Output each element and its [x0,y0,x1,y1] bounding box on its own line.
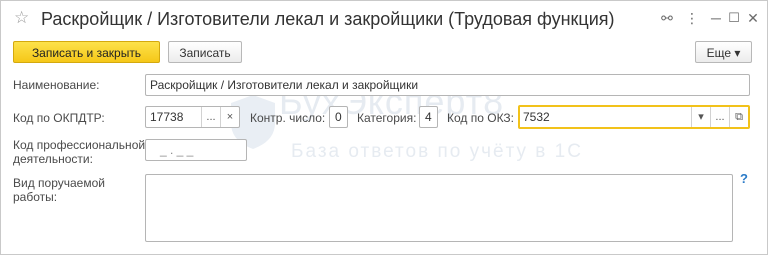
category-label: Категория: [357,111,417,125]
work-type-label-line1: Вид поручаемой [13,176,105,190]
save-button[interactable]: Записать [168,41,242,63]
favorite-star-icon[interactable]: ☆ [14,9,30,27]
work-type-textarea[interactable] [145,174,733,242]
control-number-input[interactable]: 0 [329,106,348,128]
minimize-icon[interactable]: ─ [707,9,725,27]
category-input[interactable]: 4 [419,106,438,128]
prof-activity-label-line1: Код профессиональной [13,138,146,152]
okz-open-button[interactable]: ⧉ [729,107,748,127]
okpdtr-value: 17738 [150,110,184,124]
more-button[interactable]: Еще ▾ [695,41,752,63]
name-label: Наименование: [13,78,100,92]
okpdtr-clear-button[interactable]: × [220,107,239,127]
maximize-icon[interactable]: ☐ [725,9,743,27]
okz-select-button[interactable]: ... [710,107,729,127]
okz-input[interactable]: 7532 ▾ ... ⧉ [518,105,750,129]
form-window: БухЭксперт8 База ответов по учёту в 1С ☆… [0,0,768,255]
prof-activity-input[interactable]: _ . _ _ [145,139,247,161]
okpdtr-input[interactable]: 17738 ... × [145,106,240,128]
close-icon[interactable]: ✕ [744,9,762,27]
okz-value: 7532 [523,110,550,124]
name-input[interactable]: Раскройщик / Изготовители лекал и закрой… [145,74,750,96]
save-and-close-button[interactable]: Записать и закрыть [13,41,160,63]
control-number-label: Контр. число: [250,111,326,125]
prof-activity-label-line2: деятельности: [13,152,93,166]
okpdtr-select-button[interactable]: ... [201,107,220,127]
link-icon[interactable]: ⚯ [658,9,676,27]
okpdtr-label: Код по ОКПДТР: [13,111,105,125]
watermark-tagline: База ответов по учёту в 1С [291,141,583,162]
more-menu-icon[interactable]: ⋮ [683,9,701,27]
window-title: Раскройщик / Изготовители лекал и закрой… [41,9,615,29]
okz-label: Код по ОКЗ: [447,111,515,125]
okz-dropdown-button[interactable]: ▾ [691,107,710,127]
work-type-label-line2: работы: [13,190,58,204]
help-icon[interactable]: ? [740,171,748,186]
